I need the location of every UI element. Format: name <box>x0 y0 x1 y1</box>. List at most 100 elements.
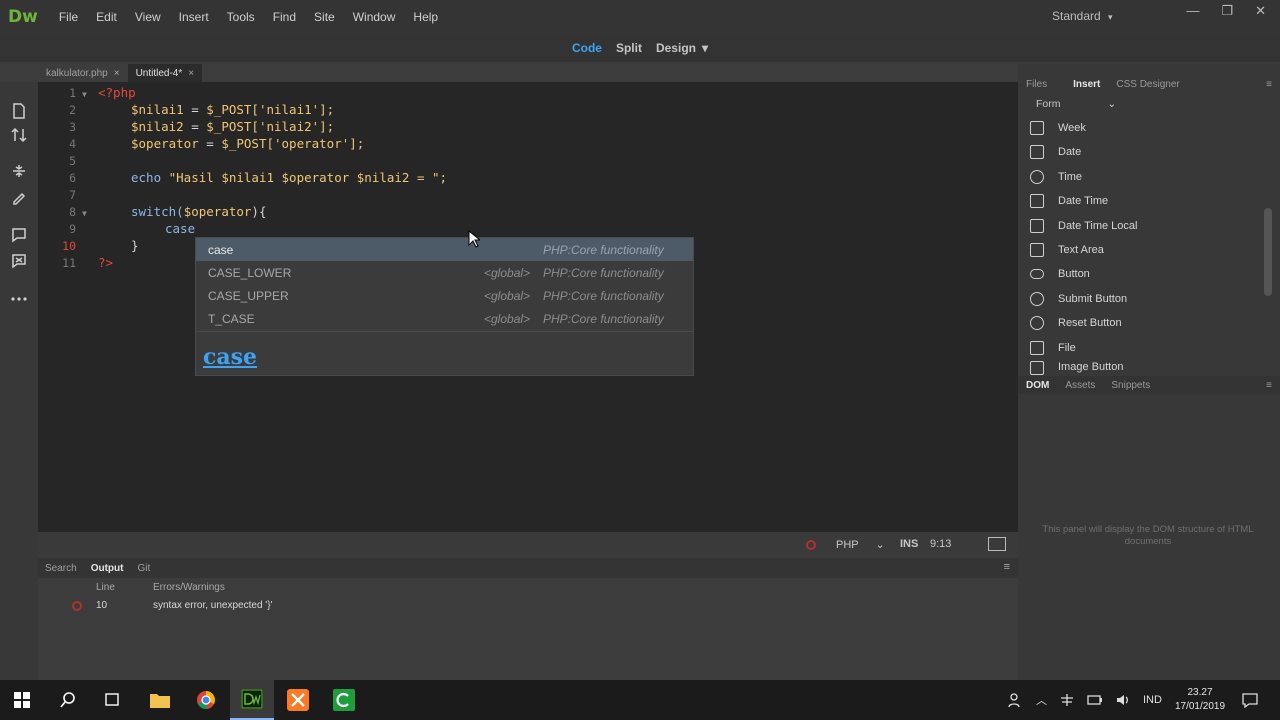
output-row-line[interactable]: 10 <box>96 600 107 611</box>
line-number: 6 <box>69 171 76 185</box>
people-icon[interactable] <box>1008 692 1024 708</box>
panel-menu-icon[interactable]: ≡ <box>1258 79 1280 90</box>
php-open-tag: <?php <box>98 85 136 100</box>
insert-item-file[interactable]: File <box>1030 337 1076 359</box>
output-row-message[interactable]: syntax error, unexpected '}' <box>153 600 272 611</box>
open-documents-icon[interactable] <box>10 102 28 120</box>
taskbar-file-explorer[interactable] <box>138 680 182 720</box>
menu-file[interactable]: File <box>50 0 87 34</box>
insert-category-select[interactable]: Form ⌄ <box>1036 98 1116 110</box>
close-icon[interactable]: × <box>188 68 194 79</box>
menu-window[interactable]: Window <box>344 0 405 34</box>
code-hint-item-case-upper[interactable]: CASE_UPPER <global> PHP:Core functionali… <box>196 284 693 307</box>
task-view-button[interactable] <box>90 680 134 720</box>
panel-menu-icon[interactable]: ≡ <box>1004 561 1010 573</box>
insert-item-text-area[interactable]: Text Area <box>1030 239 1104 261</box>
more-icon[interactable] <box>10 290 28 308</box>
insert-item-week[interactable]: Week <box>1030 117 1086 139</box>
code-token: = <box>198 136 222 151</box>
insert-item-image-button[interactable]: Image Button <box>1030 361 1123 375</box>
network-icon[interactable] <box>1059 693 1075 707</box>
insert-item-date-time-local[interactable]: Date Time Local <box>1030 215 1137 237</box>
comment-icon[interactable] <box>10 226 28 244</box>
dreamweaver-icon <box>241 689 263 709</box>
insert-item-date[interactable]: Date <box>1030 141 1081 163</box>
insert-item-label: Time <box>1058 171 1083 183</box>
fold-arrow-icon[interactable]: ▼ <box>82 209 87 218</box>
view-switcher: Code Split Design ▾ <box>0 34 1280 62</box>
insert-item-time[interactable]: Time <box>1030 166 1082 188</box>
clock-date: 17/01/2019 <box>1174 701 1226 712</box>
view-split-button[interactable]: Split <box>616 41 642 55</box>
close-icon[interactable]: × <box>114 68 120 79</box>
view-code-button[interactable]: Code <box>572 41 602 55</box>
tab-files[interactable]: Files <box>1018 79 1055 90</box>
dom-panel-tabs: DOM Assets Snippets ≡ <box>1018 376 1280 394</box>
code-hint-item-case[interactable]: case PHP:Core functionality <box>196 238 693 261</box>
tab-git[interactable]: Git <box>130 563 157 574</box>
doc-tab-untitled[interactable]: Untitled-4* × <box>127 64 203 82</box>
code-hint-preview-link[interactable]: case <box>203 344 257 370</box>
notification-icon <box>1242 693 1258 708</box>
insert-item-label: Date Time Local <box>1058 220 1138 232</box>
sort-icon[interactable] <box>10 126 28 144</box>
live-preview-icon[interactable] <box>988 537 1006 551</box>
close-button[interactable]: ✕ <box>1255 0 1266 22</box>
workspace-switcher[interactable]: Standard ▾ <box>1052 0 1113 33</box>
panel-menu-icon[interactable]: ≡ <box>1258 380 1280 391</box>
chevron-down-icon: ⌄ <box>875 539 885 551</box>
code-hint-scope: <global> <box>484 311 531 326</box>
chrome-icon <box>197 691 215 710</box>
format-icon[interactable] <box>10 188 28 206</box>
tab-insert[interactable]: Insert <box>1065 79 1108 90</box>
insert-item-button[interactable]: Button <box>1030 263 1090 285</box>
start-button[interactable] <box>0 680 44 720</box>
menu-site[interactable]: Site <box>305 0 344 34</box>
scrollbar[interactable] <box>1264 208 1272 296</box>
taskbar-camtasia[interactable] <box>322 680 366 720</box>
chevron-up-icon[interactable]: ︿ <box>1036 692 1047 708</box>
menu-view[interactable]: View <box>126 0 170 34</box>
action-center-button[interactable] <box>1230 680 1270 720</box>
menu-insert[interactable]: Insert <box>170 0 218 34</box>
doc-tab-kalkulator[interactable]: kalkulator.php × <box>38 64 128 82</box>
taskbar-chrome[interactable] <box>184 680 228 720</box>
menu-tools[interactable]: Tools <box>218 0 264 34</box>
taskbar-dreamweaver[interactable] <box>230 680 274 720</box>
battery-icon[interactable] <box>1087 694 1103 706</box>
chevron-down-icon[interactable]: ▾ <box>702 41 708 55</box>
insert-item-date-time[interactable]: Date Time <box>1030 190 1108 212</box>
fold-arrow-icon[interactable]: ▼ <box>82 90 87 99</box>
taskbar-clock[interactable]: 23.27 17/01/2019 <box>1170 686 1230 714</box>
collapse-icon[interactable] <box>10 162 28 180</box>
code-hint-name: CASE_UPPER <box>208 288 289 303</box>
taskbar-xampp[interactable] <box>276 680 320 720</box>
tab-output[interactable]: Output <box>84 563 131 574</box>
insert-item-submit-button[interactable]: Submit Button <box>1030 288 1127 310</box>
insert-mode-indicator[interactable]: INS <box>900 538 918 550</box>
search-button[interactable] <box>46 680 90 720</box>
code-token: = <box>183 119 207 134</box>
volume-icon[interactable] <box>1115 693 1131 707</box>
insert-item-reset-button[interactable]: Reset Button <box>1030 312 1122 334</box>
minimize-button[interactable]: — <box>1186 0 1199 22</box>
menu-help[interactable]: Help <box>404 0 447 34</box>
language-selector[interactable]: PHP ⌄ <box>836 538 885 551</box>
tab-css-designer[interactable]: CSS Designer <box>1108 79 1187 90</box>
view-design-button[interactable]: Design <box>656 41 696 55</box>
code-hint-item-case-lower[interactable]: CASE_LOWER <global> PHP:Core functionali… <box>196 261 693 284</box>
error-indicator-icon[interactable] <box>806 540 816 550</box>
tab-assets[interactable]: Assets <box>1057 380 1103 391</box>
input-language-indicator[interactable]: IND <box>1143 694 1162 706</box>
restore-button[interactable]: ❐ <box>1221 0 1233 22</box>
remove-comment-icon[interactable] <box>10 252 28 270</box>
menu-bar: Dw File Edit View Insert Tools Find Site… <box>0 0 1280 34</box>
system-tray: ︿ IND <box>1008 680 1162 720</box>
menu-find[interactable]: Find <box>264 0 305 34</box>
code-hint-item-t-case[interactable]: T_CASE <global> PHP:Core functionality <box>196 307 693 330</box>
menu-edit[interactable]: Edit <box>87 0 126 34</box>
tab-dom[interactable]: DOM <box>1018 380 1057 391</box>
tab-snippets[interactable]: Snippets <box>1103 380 1158 391</box>
reset-icon <box>1030 316 1044 330</box>
tab-search[interactable]: Search <box>38 563 84 574</box>
